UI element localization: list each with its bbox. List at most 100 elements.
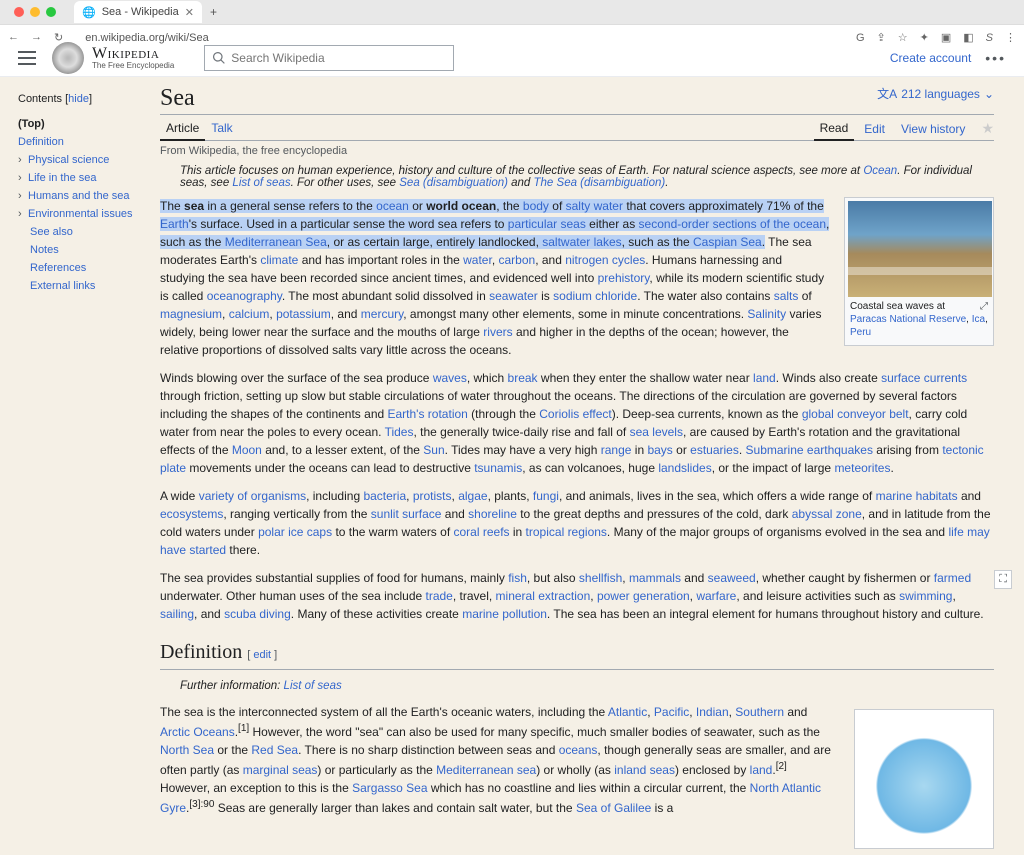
chevron-right-icon[interactable]: ›: [18, 208, 26, 220]
forward-icon[interactable]: →: [31, 31, 42, 44]
link[interactable]: Earth: [160, 217, 189, 231]
window-controls[interactable]: [6, 7, 64, 17]
chevron-right-icon[interactable]: ›: [18, 172, 26, 184]
link[interactable]: Peru: [850, 327, 871, 338]
link[interactable]: shellfish: [579, 571, 622, 585]
link[interactable]: tsunamis: [474, 461, 522, 475]
link[interactable]: range: [601, 443, 632, 457]
tab-edit[interactable]: Edit: [858, 118, 891, 140]
tab-talk[interactable]: Talk: [205, 117, 238, 140]
link[interactable]: sailing: [160, 607, 194, 621]
link[interactable]: meteorites: [834, 461, 890, 475]
link[interactable]: Moon: [232, 443, 262, 457]
create-account-link[interactable]: Create account: [890, 51, 971, 65]
link[interactable]: sodium chloride: [553, 289, 637, 303]
link[interactable]: marine habitats: [876, 489, 958, 503]
link[interactable]: Submarine earthquakes: [746, 443, 873, 457]
link[interactable]: surface currents: [881, 371, 967, 385]
browser-tab[interactable]: 🌐 Sea - Wikipedia ✕: [74, 1, 202, 23]
link[interactable]: climate: [260, 253, 298, 267]
link[interactable]: power generation: [597, 589, 690, 603]
globe-diagram[interactable]: [854, 709, 994, 849]
link[interactable]: Paracas National Reserve: [850, 314, 966, 325]
link[interactable]: Earth's rotation: [388, 407, 468, 421]
toc-item[interactable]: References: [18, 259, 160, 277]
link[interactable]: nitrogen cycles: [565, 253, 645, 267]
link[interactable]: marginal seas: [243, 763, 318, 777]
ext-icon[interactable]: ▣: [941, 31, 951, 44]
link[interactable]: Atlantic: [608, 705, 647, 719]
toc-item[interactable]: ›Environmental issues: [18, 205, 160, 223]
user-menu-icon[interactable]: •••: [985, 50, 1006, 66]
link[interactable]: seawater: [489, 289, 538, 303]
link[interactable]: Sun: [423, 443, 444, 457]
link[interactable]: swimming: [899, 589, 952, 603]
watchlist-star-icon[interactable]: ★: [981, 120, 994, 137]
link[interactable]: sea levels: [630, 425, 683, 439]
browser-menu-icon[interactable]: ⋮: [1005, 31, 1016, 44]
back-icon[interactable]: ←: [8, 31, 19, 44]
link[interactable]: oceans: [559, 743, 598, 757]
site-logo[interactable]: Wikipedia The Free Encyclopedia: [52, 42, 174, 74]
link[interactable]: calcium: [229, 307, 270, 321]
link[interactable]: particular seas: [508, 217, 586, 231]
link[interactable]: inland seas: [614, 763, 675, 777]
link[interactable]: coral reefs: [454, 525, 510, 539]
link[interactable]: ecosystems: [160, 507, 223, 521]
link[interactable]: mammals: [629, 571, 681, 585]
language-selector[interactable]: 文A 212 languages ⌄: [877, 85, 994, 102]
section-edit-link[interactable]: edit: [253, 649, 271, 661]
link[interactable]: Sargasso Sea: [352, 781, 427, 795]
ext-icon[interactable]: ☆: [898, 31, 908, 44]
tab-article[interactable]: Article: [160, 117, 205, 141]
link[interactable]: variety of organisms: [199, 489, 306, 503]
chevron-right-icon[interactable]: ›: [18, 154, 26, 166]
link[interactable]: fungi: [533, 489, 559, 503]
link[interactable]: marine pollution: [462, 607, 547, 621]
link[interactable]: waves: [433, 371, 467, 385]
link[interactable]: Arctic Oceans: [160, 725, 235, 739]
link[interactable]: Ocean: [863, 165, 897, 177]
link[interactable]: break: [508, 371, 538, 385]
link[interactable]: Tides: [385, 425, 414, 439]
link[interactable]: land: [750, 763, 773, 777]
link[interactable]: Sea of Galilee: [576, 801, 651, 815]
link[interactable]: shoreline: [468, 507, 517, 521]
link[interactable]: magnesium: [160, 307, 222, 321]
toc-item[interactable]: See also: [18, 223, 160, 241]
link[interactable]: scuba diving: [224, 607, 291, 621]
search-input[interactable]: [231, 51, 445, 65]
link[interactable]: Mediterranean Sea: [225, 235, 327, 249]
link[interactable]: rivers: [483, 325, 512, 339]
toc-item[interactable]: ›Physical science: [18, 151, 160, 169]
link[interactable]: oceanography: [207, 289, 282, 303]
link[interactable]: salts: [774, 289, 799, 303]
link[interactable]: saltwater lakes: [542, 235, 621, 249]
chevron-right-icon[interactable]: ›: [18, 190, 26, 202]
link[interactable]: Mediterranean sea: [436, 763, 536, 777]
link[interactable]: estuaries: [690, 443, 739, 457]
toc-item[interactable]: Notes: [18, 241, 160, 259]
main-menu-icon[interactable]: [18, 51, 36, 65]
link[interactable]: protists: [413, 489, 452, 503]
link[interactable]: salty water: [566, 199, 623, 213]
link[interactable]: mercury: [361, 307, 403, 321]
link[interactable]: potassium: [276, 307, 331, 321]
toc-item[interactable]: ›Life in the sea: [18, 169, 160, 187]
link[interactable]: Caspian Sea: [693, 235, 762, 249]
link[interactable]: carbon: [498, 253, 535, 267]
close-tab-icon[interactable]: ✕: [185, 6, 194, 19]
ext-icon[interactable]: ✦: [920, 31, 929, 44]
link[interactable]: List of seas: [232, 177, 290, 189]
search-box[interactable]: [204, 45, 454, 71]
link[interactable]: sunlit surface: [371, 507, 442, 521]
link[interactable]: Ica: [972, 314, 985, 325]
toc-item[interactable]: External links: [18, 277, 160, 295]
link[interactable]: abyssal zone: [792, 507, 862, 521]
link[interactable]: water: [463, 253, 492, 267]
link[interactable]: land: [753, 371, 776, 385]
link[interactable]: Red Sea: [251, 743, 298, 757]
link[interactable]: body: [523, 199, 549, 213]
link[interactable]: List of seas: [284, 680, 342, 692]
new-tab-button[interactable]: +: [202, 5, 225, 19]
